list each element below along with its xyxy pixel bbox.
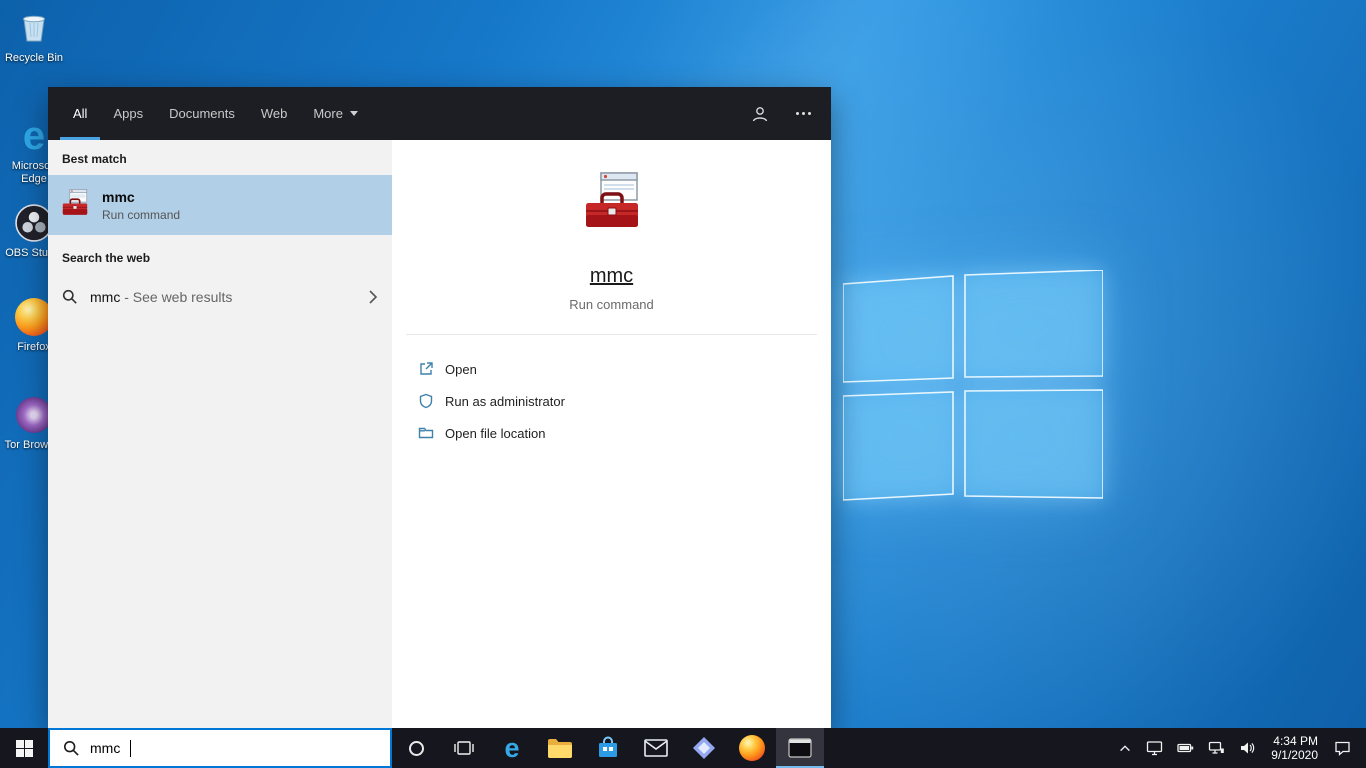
tab-all[interactable]: All [60, 87, 100, 140]
windows-start-icon [15, 739, 33, 757]
options-ellipsis-icon[interactable] [794, 106, 813, 121]
search-the-web-heading: Search the web [62, 251, 151, 265]
terminal-window-icon [788, 738, 812, 758]
tab-apps[interactable]: Apps [100, 87, 156, 140]
result-title: mmc [102, 188, 135, 205]
search-icon [62, 289, 77, 304]
web-search-result[interactable]: mmc - See web results [48, 274, 392, 320]
mmc-app-icon-large [580, 170, 644, 239]
notification-icon [1335, 741, 1350, 756]
taskbar-file-explorer[interactable] [536, 728, 584, 768]
action-open[interactable]: Open [418, 353, 831, 385]
cortana-button[interactable] [392, 728, 440, 768]
shield-icon [419, 393, 433, 409]
action-label: Run as administrator [445, 393, 565, 409]
tor-browser-icon [16, 395, 52, 435]
web-query: mmc [90, 289, 121, 305]
result-subtitle: Run command [102, 207, 181, 222]
file-explorer-icon [548, 739, 572, 758]
display-icon [1147, 741, 1163, 756]
tray-show-hidden-icons[interactable] [1111, 728, 1139, 768]
action-label: Open file location [445, 425, 546, 441]
edge-icon: e [22, 114, 46, 158]
store-icon [599, 736, 617, 757]
desktop-icon-label: Recycle Bin [4, 52, 64, 64]
taskbar-store[interactable] [584, 728, 632, 768]
action-center-button[interactable] [1327, 728, 1358, 768]
tab-more-label: More [313, 106, 343, 121]
speaker-icon [1241, 742, 1255, 754]
text-cursor [130, 739, 132, 757]
taskbar-pinned-app[interactable] [680, 728, 728, 768]
chevron-down-icon [349, 111, 358, 116]
cortana-icon [408, 740, 424, 756]
recycle-bin-icon [18, 8, 50, 48]
search-flyout: All Apps Documents Web More Best match m… [48, 87, 831, 728]
header-right-controls [750, 104, 813, 124]
preview-title: mmc [589, 265, 634, 287]
clock-date: 9/1/2020 [1271, 748, 1318, 762]
taskbar-search-box[interactable]: mmc [48, 728, 392, 768]
network-ethernet-icon [1209, 741, 1225, 754]
battery-icon [1177, 743, 1194, 753]
search-icon [64, 740, 79, 756]
desktop-icon-recycle-bin[interactable]: Recycle Bin [3, 8, 65, 65]
taskbar-edge[interactable]: e [488, 728, 536, 768]
windows-logo [843, 270, 1103, 501]
tab-documents[interactable]: Documents [156, 87, 248, 140]
open-icon [420, 362, 433, 375]
action-open-file-location[interactable]: Open file location [418, 417, 831, 449]
tray-volume[interactable] [1232, 728, 1262, 768]
task-view-icon [454, 741, 474, 755]
preview-actions: Open Run as administrator Open file loca… [392, 335, 831, 449]
web-suffix: - See web results [120, 289, 233, 305]
tray-battery[interactable] [1170, 728, 1201, 768]
action-run-as-administrator[interactable]: Run as administrator [418, 385, 831, 417]
chevron-up-icon [1120, 745, 1131, 752]
action-label: Open [445, 361, 477, 377]
search-results-pane: Best match mmc Run command Search the we… [48, 140, 392, 728]
preview-subtitle: Run command [569, 297, 654, 312]
mmc-app-icon [60, 188, 90, 223]
tab-web[interactable]: Web [248, 87, 301, 140]
chevron-right-icon[interactable] [368, 289, 378, 305]
system-tray: 4:34 PM 9/1/2020 [1111, 728, 1366, 768]
taskbar-firefox[interactable] [728, 728, 776, 768]
best-match-heading: Best match [62, 152, 127, 166]
search-tabs-bar: All Apps Documents Web More [48, 87, 831, 140]
tab-more[interactable]: More [300, 87, 371, 140]
edge-icon: e [504, 732, 520, 763]
taskbar-mail[interactable] [632, 728, 680, 768]
taskbar-clock[interactable]: 4:34 PM 9/1/2020 [1262, 734, 1327, 762]
taskbar: mmc e 4:34 PM 9/1/2020 [0, 728, 1366, 768]
search-query-text: mmc [90, 740, 121, 756]
best-match-result[interactable]: mmc Run command [48, 175, 392, 235]
taskbar-terminal-active[interactable] [776, 728, 824, 768]
best-match-text: mmc Run command [102, 189, 180, 222]
web-result-text: mmc - See web results [90, 289, 356, 305]
firefox-icon [739, 735, 765, 761]
preview-pane: mmc Run command Open Run as administrato… [392, 140, 831, 728]
mail-icon [644, 739, 668, 757]
user-account-icon[interactable] [750, 104, 770, 124]
pinned-app-icon [693, 737, 715, 759]
clock-time: 4:34 PM [1273, 734, 1318, 748]
tray-network[interactable] [1201, 728, 1232, 768]
preview-header: mmc Run command [392, 140, 831, 312]
start-button[interactable] [0, 728, 48, 768]
folder-icon [418, 427, 434, 439]
task-view-button[interactable] [440, 728, 488, 768]
tray-display[interactable] [1139, 728, 1170, 768]
